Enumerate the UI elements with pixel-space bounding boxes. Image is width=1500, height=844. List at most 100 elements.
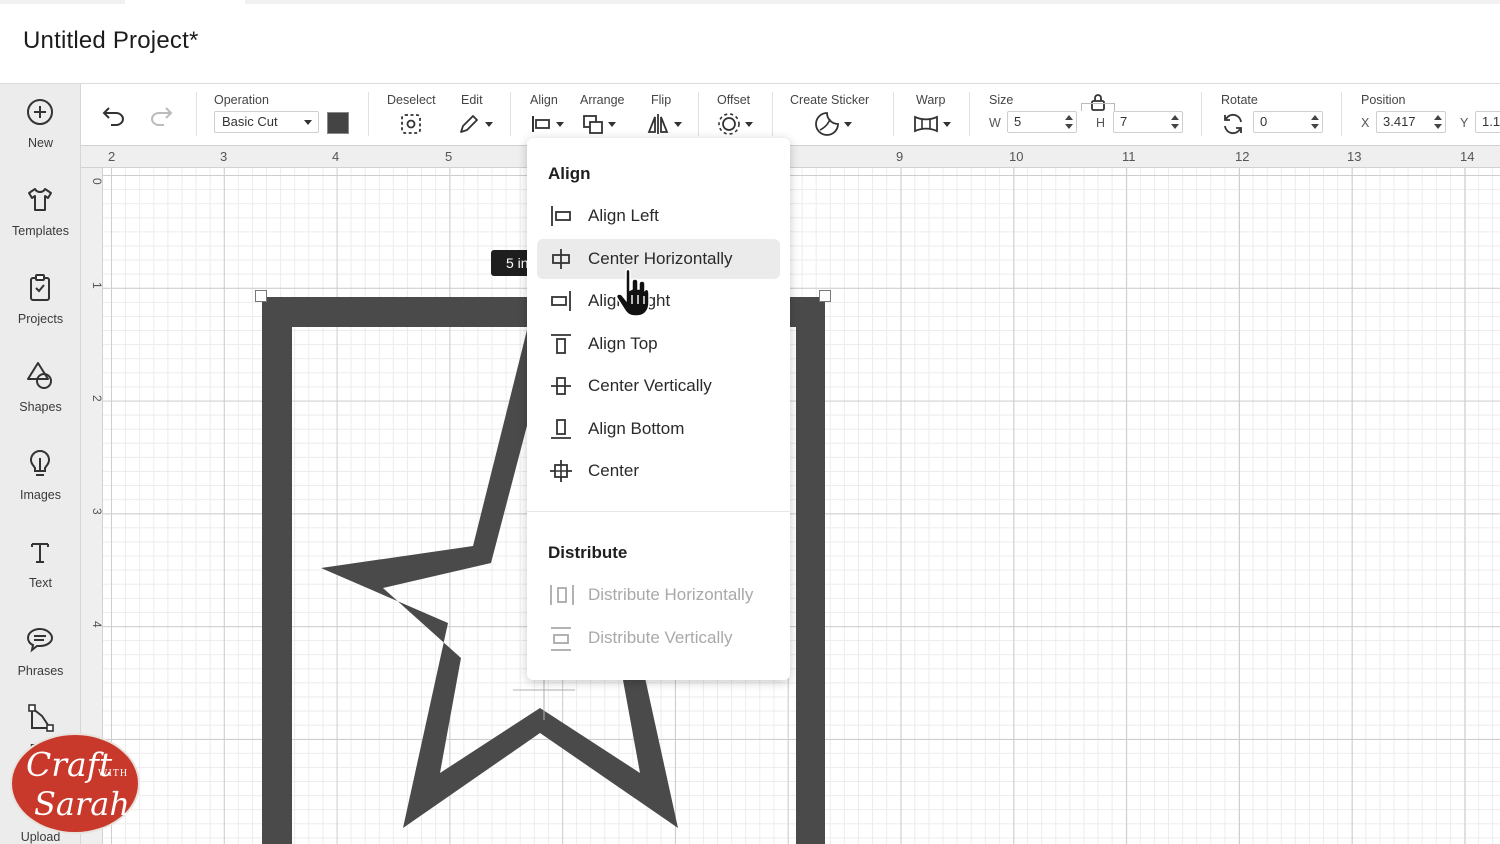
edit-nodes-icon [28, 704, 54, 732]
menu-item-distribute-horizontally[interactable]: Distribute Horizontally [537, 575, 780, 615]
menu-item-label: Center [588, 461, 640, 480]
create-sticker-button[interactable] [814, 111, 852, 137]
selection-handle-top-right[interactable] [819, 290, 831, 302]
ruler-label: 4 [332, 149, 339, 164]
rotate-label: Rotate [1221, 93, 1258, 107]
text-t-icon [31, 543, 49, 563]
rotate-input[interactable] [1253, 111, 1323, 133]
sidebar-item-shapes[interactable]: Shapes [0, 360, 81, 444]
warp-label: Warp [916, 93, 946, 107]
toolbar-divider [1201, 92, 1202, 136]
clipboard-icon [30, 274, 50, 301]
project-title: Untitled Project* [23, 27, 199, 54]
flip-icon [647, 114, 669, 134]
ruler-label: 14 [1460, 149, 1474, 164]
deselect-button[interactable] [399, 111, 423, 137]
ruler-label: 5 [445, 149, 452, 164]
active-tab-gap [125, 0, 245, 4]
shapes-icon [27, 362, 52, 389]
ruler-label: 10 [1009, 149, 1023, 164]
ruler-label: 9 [896, 149, 903, 164]
sidebar-item-images[interactable]: Images [0, 448, 81, 532]
width-label: W [989, 116, 1001, 130]
flip-button[interactable] [646, 111, 682, 137]
align-top-icon [551, 334, 571, 354]
menu-item-label: Distribute Vertically [588, 628, 733, 647]
menu-item-distribute-vertically[interactable]: Distribute Vertically [537, 618, 780, 658]
position-label: Position [1361, 93, 1406, 107]
offset-button[interactable] [717, 111, 753, 137]
undo-icon [102, 107, 125, 126]
arrange-button[interactable] [582, 111, 616, 137]
align-left-icon [551, 206, 571, 226]
offset-label: Offset [717, 93, 751, 107]
warp-button[interactable] [913, 111, 951, 137]
sidebar-item-templates[interactable]: Templates [0, 184, 81, 268]
width-stepper[interactable] [1065, 114, 1073, 130]
menu-item-label: Align Left [588, 206, 659, 225]
sidebar-item-phrases[interactable]: Phrases [0, 624, 81, 708]
menu-item-center-horizontally[interactable]: Center Horizontally [537, 239, 780, 279]
hand-pointer-cursor-icon [617, 268, 650, 317]
y-position-input[interactable] [1475, 111, 1500, 133]
selection-handle-top-left[interactable] [255, 290, 267, 302]
align-heading: Align [548, 164, 591, 183]
sticker-icon [815, 112, 839, 136]
chevron-down-icon [745, 121, 753, 127]
logo-text: WITH [98, 768, 129, 779]
sidebar-item-new[interactable]: New [0, 96, 81, 180]
distribute-heading: Distribute [548, 543, 628, 562]
flip-label: Flip [651, 93, 672, 107]
edit-toolbar: Operation Basic Cut Deselect Edit Align … [81, 84, 1500, 146]
align-bottom-icon [551, 419, 571, 439]
menu-item-label: Center Vertically [588, 376, 712, 395]
menu-item-align-bottom[interactable]: Align Bottom [537, 409, 780, 449]
chevron-down-icon [943, 121, 951, 127]
height-input[interactable] [1113, 111, 1183, 133]
toolbar-divider [196, 92, 197, 136]
toolbar-divider [969, 92, 970, 136]
align-button[interactable] [530, 111, 564, 137]
sidebar-item-text[interactable]: Text [0, 536, 81, 620]
menu-item-center-vertically[interactable]: Center Vertically [537, 366, 780, 406]
operation-color-swatch[interactable] [327, 112, 349, 134]
toolbar-divider [698, 92, 699, 136]
menu-item-label: Align Top [588, 334, 658, 353]
plus-circle-icon [27, 99, 53, 125]
edit-button[interactable] [457, 111, 493, 137]
menu-item-align-right[interactable]: Align Right [537, 281, 780, 321]
app-header: Untitled Project* [0, 0, 1500, 84]
sidebar-item-projects[interactable]: Projects [0, 272, 81, 356]
menu-item-align-top[interactable]: Align Top [537, 324, 780, 364]
toolbar-divider [368, 92, 369, 136]
height-stepper[interactable] [1171, 114, 1179, 130]
warp-icon [914, 115, 938, 133]
sidebar-item-label: New [27, 136, 53, 150]
y-position-value[interactable] [1482, 114, 1500, 129]
rotate-stepper[interactable] [1311, 114, 1319, 130]
menu-item-label: Distribute Horizontally [588, 585, 754, 604]
ruler-label: 2 [90, 395, 103, 402]
undo-button[interactable] [101, 102, 127, 128]
menu-item-label: Center Horizontally [588, 249, 733, 268]
redo-icon [150, 107, 173, 126]
offset-icon [718, 113, 740, 135]
toolbar-divider [772, 92, 773, 136]
tshirt-icon [28, 188, 52, 211]
width-input[interactable] [1007, 111, 1077, 133]
align-dropdown-menu: Align Align Left Center Horizontally Ali… [527, 138, 790, 680]
x-label: X [1361, 116, 1370, 130]
operation-label: Operation [214, 93, 269, 107]
menu-item-center[interactable]: Center [537, 451, 780, 491]
menu-item-align-left[interactable]: Align Left [537, 196, 780, 236]
x-position-input[interactable] [1376, 111, 1446, 133]
menu-divider [527, 511, 790, 512]
chevron-down-icon [608, 121, 616, 127]
redo-button[interactable] [148, 102, 174, 128]
ruler-label: 4 [90, 621, 103, 628]
x-position-stepper[interactable] [1434, 114, 1442, 130]
ruler-label: 2 [108, 149, 115, 164]
operation-select[interactable]: Basic Cut [214, 111, 319, 133]
design-canvas[interactable] [103, 168, 1500, 844]
sidebar-item-label: Templates [12, 224, 69, 238]
